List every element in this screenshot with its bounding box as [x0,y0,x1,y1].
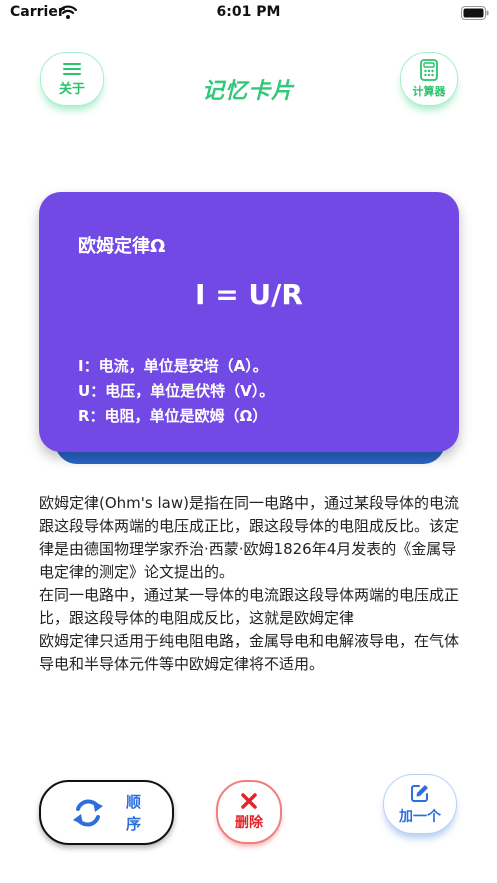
delete-button[interactable]: 删除 [216,780,282,844]
calculator-icon [420,59,438,81]
card-formula: I = U/R [195,278,303,311]
description-paragraph: 欧姆定律(Ohm's law)是指在同一电路中，通过某段导体的电流跟这段导体两端… [39,494,460,581]
description-paragraph: 在同一电路中，通过某一导体的电流跟这段导体两端的电压成正比，跟这段导体的电阻成反… [39,586,460,627]
app-title: 记忆卡片 [201,79,294,104]
edit-icon [411,784,428,802]
card-note: I：电流，单位是安培（A）。 [78,357,268,375]
card-title: 欧姆定律Ω [78,236,166,257]
card-note: U：电压，单位是伏特（V）。 [78,382,275,400]
about-label: 关于 [58,81,85,97]
status-time: 6:01 PM [216,4,281,20]
refresh-icon [72,799,103,826]
status-bar: Carrier 6:01 PM [0,0,497,26]
delete-label: 删除 [235,815,263,831]
calculator-label: 计算器 [412,85,446,98]
add-card-button[interactable]: 加一个 [383,774,457,834]
description-paragraph: 欧姆定律只适用于纯电阻电路，金属导电和电解液导电，在气体导电和半导体元件等中欧姆… [39,632,460,673]
card-note: R：电阻，单位是欧姆（Ω） [78,407,268,425]
battery-icon [461,6,489,20]
close-x-icon [241,793,257,809]
add-card-label: 加一个 [399,808,441,825]
memory-card[interactable]: 欧姆定律Ω I = U/R I：电流，单位是安培（A）。 U：电压，单位是伏特（… [39,192,459,452]
menu-lines-icon [63,62,81,75]
about-button[interactable]: 关于 [40,52,104,106]
order-label: 顺序 [125,792,141,833]
card-description: 欧姆定律(Ohm's law)是指在同一电路中，通过某段导体的电流跟这段导体两端… [39,492,463,676]
calculator-button[interactable]: 计算器 [400,52,458,106]
card-notes: I：电流，单位是安培（A）。 U：电压，单位是伏特（V）。 R：电阻，单位是欧姆… [78,354,274,429]
order-button[interactable]: 顺序 [39,780,174,845]
